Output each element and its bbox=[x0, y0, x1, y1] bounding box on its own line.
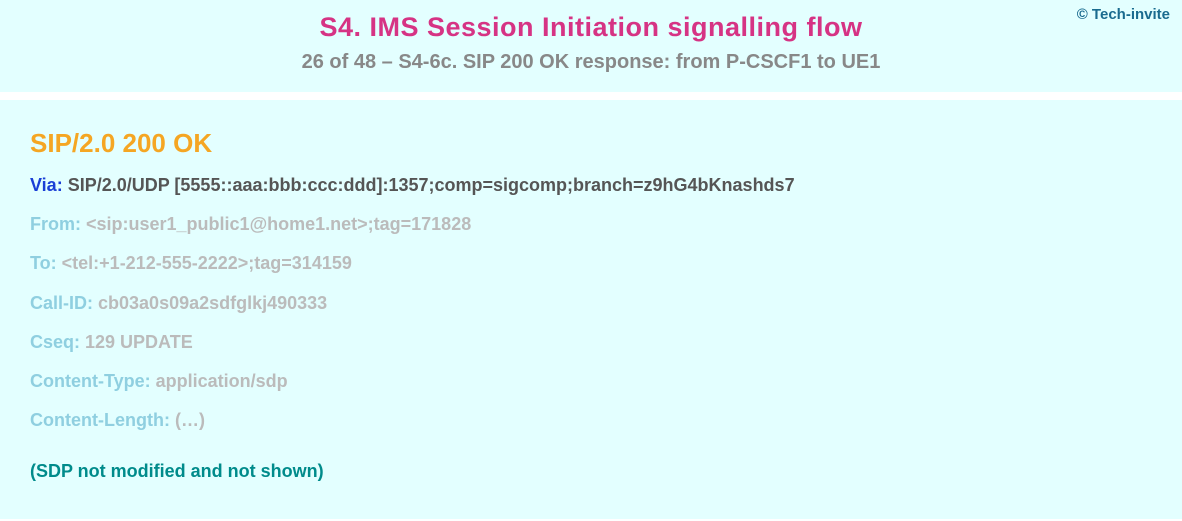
sip-header-content-type: Content-Type: application/sdp bbox=[30, 369, 1152, 394]
page-subtitle: 26 of 48 – S4-6c. SIP 200 OK response: f… bbox=[0, 51, 1182, 74]
sip-header-from: From: <sip:user1_public1@home1.net>;tag=… bbox=[30, 212, 1152, 237]
sip-status-line: SIP/2.0 200 OK bbox=[30, 128, 1152, 159]
sip-message-panel: SIP/2.0 200 OK Via: SIP/2.0/UDP [5555::a… bbox=[0, 100, 1182, 519]
sip-header-sep: : bbox=[75, 214, 86, 234]
sip-header-value: cb03a0s09a2sdfglkj490333 bbox=[98, 293, 327, 313]
sip-header-value: (…) bbox=[175, 410, 205, 430]
sip-header-sep: : bbox=[145, 371, 156, 391]
sip-header-sep: : bbox=[164, 410, 175, 430]
sip-header-to: To: <tel:+1-212-555-2222>;tag=314159 bbox=[30, 251, 1152, 276]
page-title: S4. IMS Session Initiation signalling fl… bbox=[0, 12, 1182, 43]
copyright: © Tech-invite bbox=[1077, 6, 1170, 23]
sip-header-sep: : bbox=[51, 253, 62, 273]
sdp-note: (SDP not modified and not shown) bbox=[30, 461, 1152, 482]
sip-header-name: Cseq bbox=[30, 332, 74, 352]
sip-header-via: Via: SIP/2.0/UDP [5555::aaa:bbb:ccc:ddd]… bbox=[30, 173, 1152, 198]
header-bar: © Tech-invite S4. IMS Session Initiation… bbox=[0, 0, 1182, 92]
sip-header-value: <sip:user1_public1@home1.net>;tag=171828 bbox=[86, 214, 471, 234]
sip-header-value: SIP/2.0/UDP [5555::aaa:bbb:ccc:ddd]:1357… bbox=[68, 175, 795, 195]
sip-header-call-id: Call-ID: cb03a0s09a2sdfglkj490333 bbox=[30, 291, 1152, 316]
sip-header-sep: : bbox=[57, 175, 68, 195]
sip-header-name: Content-Type bbox=[30, 371, 145, 391]
sip-header-cseq: Cseq: 129 UPDATE bbox=[30, 330, 1152, 355]
sip-header-value: <tel:+1-212-555-2222>;tag=314159 bbox=[62, 253, 352, 273]
sip-header-value: 129 UPDATE bbox=[85, 332, 193, 352]
sip-header-content-length: Content-Length: (…) bbox=[30, 408, 1152, 433]
sip-header-value: application/sdp bbox=[156, 371, 288, 391]
sip-header-sep: : bbox=[74, 332, 85, 352]
sip-header-name: Call-ID bbox=[30, 293, 87, 313]
sip-header-name: Content-Length bbox=[30, 410, 164, 430]
sip-header-name: From bbox=[30, 214, 75, 234]
sip-header-name: To bbox=[30, 253, 51, 273]
sip-header-name: Via bbox=[30, 175, 57, 195]
sip-header-sep: : bbox=[87, 293, 98, 313]
